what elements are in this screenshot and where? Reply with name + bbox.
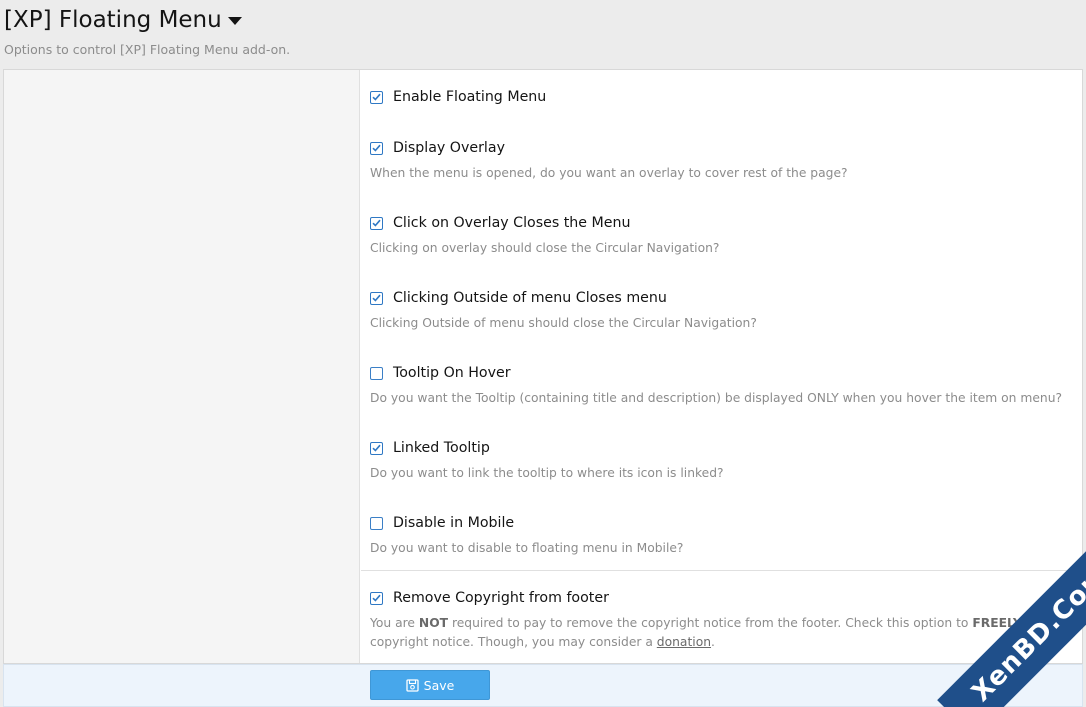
checkbox-disable-in-mobile[interactable] [370,516,383,530]
checkmark-icon [372,144,381,152]
option-tooltip-on-hover: Tooltip On Hover Do you want the Tooltip… [370,363,1076,408]
hint-text: copyright notice. Though, you may consid… [370,635,657,649]
checkbox-enable-floating-menu[interactable] [370,90,383,104]
option-display-overlay: Display Overlay When the menu is opened,… [370,138,1076,183]
option-label[interactable]: Display Overlay [393,140,505,156]
save-button[interactable]: Save [370,670,490,700]
checkbox-display-overlay[interactable] [370,141,383,155]
hint-text: . [711,635,715,649]
option-hint: Do you want to link the tooltip to where… [370,466,724,480]
option-label[interactable]: Click on Overlay Closes the Menu [393,215,630,231]
option-click-overlay-closes: Click on Overlay Closes the Menu Clickin… [370,213,1076,258]
donation-link[interactable]: donation [657,635,711,649]
option-enable-floating-menu: Enable Floating Menu [370,87,1076,107]
checkmark-icon [372,294,381,302]
checkbox-linked-tooltip[interactable] [370,441,383,455]
page-title-text: [XP] Floating Menu [4,7,222,33]
page-title[interactable]: [XP] Floating Menu [4,5,242,35]
checkmark-icon [372,219,381,227]
checkbox-tooltip-on-hover[interactable] [370,366,383,380]
checkmark-icon [372,594,381,602]
option-hint: Clicking Outside of menu should close th… [370,316,757,330]
options-left-column [4,70,360,663]
page-header: [XP] Floating Menu Options to control [X… [0,0,1086,69]
save-button-label: Save [423,677,455,693]
option-linked-tooltip: Linked Tooltip Do you want to link the t… [370,438,1076,483]
checkbox-click-outside-closes[interactable] [370,291,383,305]
option-hint: Clicking on overlay should close the Cir… [370,241,720,255]
checkbox-click-overlay-closes[interactable] [370,216,383,230]
checkbox-remove-copyright[interactable] [370,591,383,605]
save-icon [406,678,419,692]
page-subtitle: Options to control [XP] Floating Menu ad… [4,42,291,57]
watermark-ribbon: XenBD.Com [937,527,1086,707]
checkmark-icon [372,444,381,452]
checkmark-icon [372,93,381,101]
watermark: XenBD.Com [886,527,1086,707]
watermark-text: XenBD.Com [966,559,1086,707]
option-hint: Do you want the Tooltip (containing titl… [370,391,1063,405]
hint-bold-text: NOT [418,616,449,630]
option-hint: When the menu is opened, do you want an … [370,166,848,180]
caret-down-icon[interactable] [227,17,242,25]
hint-text: You are [370,616,419,630]
option-label[interactable]: Enable Floating Menu [393,89,546,105]
option-click-outside-closes: Clicking Outside of menu Closes menu Cli… [370,288,1076,333]
option-label[interactable]: Clicking Outside of menu Closes menu [393,290,667,306]
option-label[interactable]: Tooltip On Hover [393,365,511,381]
option-label[interactable]: Remove Copyright from footer [393,590,609,606]
option-label[interactable]: Disable in Mobile [393,515,514,531]
option-label[interactable]: Linked Tooltip [393,440,490,456]
